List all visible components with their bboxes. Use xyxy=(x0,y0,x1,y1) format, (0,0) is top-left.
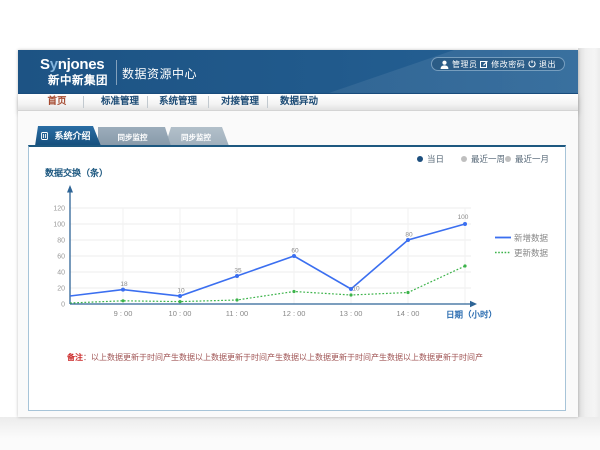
svg-text:11 : 00: 11 : 00 xyxy=(226,309,248,318)
svg-text:120: 120 xyxy=(53,206,65,213)
svg-text:35: 35 xyxy=(234,268,242,275)
svg-text:数据交换（条）: 数据交换（条） xyxy=(45,167,108,178)
svg-text:12 : 00: 12 : 00 xyxy=(283,309,306,318)
svg-text:0: 0 xyxy=(61,302,65,309)
svg-text:更新数据: 更新数据 xyxy=(514,248,549,258)
svg-text:新增数据: 新增数据 xyxy=(514,233,549,243)
svg-text:10: 10 xyxy=(177,288,185,295)
svg-text:100: 100 xyxy=(458,214,469,221)
svg-text:60: 60 xyxy=(291,248,299,255)
svg-text:10 : 00: 10 : 00 xyxy=(169,309,192,318)
svg-text:40: 40 xyxy=(57,270,65,277)
svg-text:日期（小时）: 日期（小时） xyxy=(446,310,497,320)
svg-text:10: 10 xyxy=(352,286,360,293)
svg-text:18: 18 xyxy=(120,281,128,288)
svg-text:60: 60 xyxy=(57,254,65,261)
svg-text:14 : 00: 14 : 00 xyxy=(397,309,420,318)
svg-text:100: 100 xyxy=(53,222,65,229)
svg-text:80: 80 xyxy=(405,232,413,239)
svg-text:9 : 00: 9 : 00 xyxy=(114,309,133,318)
svg-text:20: 20 xyxy=(57,286,65,293)
svg-text:80: 80 xyxy=(57,238,65,245)
svg-text:13 : 00: 13 : 00 xyxy=(340,309,363,318)
